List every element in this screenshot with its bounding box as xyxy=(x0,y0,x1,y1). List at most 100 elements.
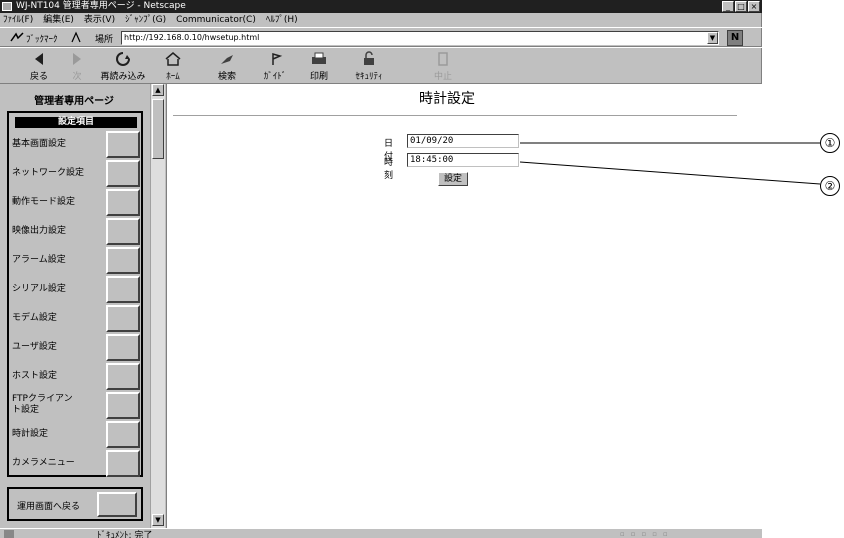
time-input[interactable]: 18:45:00 xyxy=(407,153,519,167)
settings-item: 動作モード設定 xyxy=(12,189,140,216)
page-title: 時計設定 xyxy=(419,91,475,107)
security-button[interactable]: ｾｷｭﾘﾃｨ xyxy=(344,50,394,82)
home-icon xyxy=(165,52,181,66)
security-status-icon xyxy=(4,530,14,538)
forward-arrow-icon xyxy=(73,53,81,65)
camera-menu-button[interactable] xyxy=(106,450,140,477)
serial-settings-button[interactable] xyxy=(106,276,140,303)
date-input[interactable]: 01/09/20 xyxy=(407,134,519,148)
search-label: 検索 xyxy=(217,72,236,82)
security-label: ｾｷｭﾘﾃｨ xyxy=(355,72,383,82)
settings-item-label: モデム設定 xyxy=(12,313,57,323)
maximize-button[interactable]: □ xyxy=(735,1,747,12)
print-button[interactable]: 印刷 xyxy=(294,50,344,82)
settings-item: 映像出力設定 xyxy=(12,218,140,245)
guide-icon xyxy=(272,53,283,65)
page-proxy-icon[interactable] xyxy=(70,31,82,44)
reload-button[interactable]: 再読み込み xyxy=(94,50,152,82)
menu-communicator[interactable]: Communicator(C) xyxy=(176,13,256,27)
stop-label: 中止 xyxy=(433,72,452,82)
menu-file[interactable]: ﾌｧｲﾙ(F) xyxy=(3,13,33,27)
scroll-up-arrow-icon[interactable]: ▲ xyxy=(152,84,164,96)
minimize-button[interactable]: _ xyxy=(722,1,734,12)
basic-screen-settings-button[interactable] xyxy=(106,131,140,158)
security-icon xyxy=(364,51,374,65)
settings-item: ネットワーク設定 xyxy=(12,160,140,187)
settings-menu: 設定項目 基本画面設定 ネットワーク設定 動作モード設定 映像出力設定 アラーム… xyxy=(7,111,143,477)
stop-icon xyxy=(438,52,448,66)
callout-1: ① xyxy=(820,133,840,153)
netscape-app-icon xyxy=(2,2,12,11)
settings-item: モデム設定 xyxy=(12,305,140,332)
back-to-operation-label: 運用画面へ戻る xyxy=(17,502,81,512)
settings-item-label: FTPクライアント設定 xyxy=(12,394,73,415)
alarm-settings-button[interactable] xyxy=(106,247,140,274)
clock-settings-button[interactable] xyxy=(106,421,140,448)
url-input[interactable]: http://192.168.0.10/hwsetup.html xyxy=(121,31,719,45)
url-dropdown-arrow-icon[interactable]: ▼ xyxy=(707,32,718,44)
menu-bar: ﾌｧｲﾙ(F) 編集(E) 表示(V) ｼﾞｬﾝﾌﾟ(G) Communicat… xyxy=(0,13,762,27)
menu-go[interactable]: ｼﾞｬﾝﾌﾟ(G) xyxy=(125,13,166,27)
scroll-down-arrow-icon[interactable]: ▼ xyxy=(152,514,164,526)
set-button[interactable]: 設定 xyxy=(438,172,468,186)
menu-help[interactable]: ﾍﾙﾌﾟ(H) xyxy=(266,13,298,27)
ftp-client-settings-button[interactable] xyxy=(106,392,140,419)
bookmark-icon[interactable] xyxy=(10,32,24,43)
settings-item: カメラメニュー xyxy=(12,450,140,477)
time-label: 時刻 xyxy=(384,158,394,181)
reload-icon xyxy=(116,52,130,66)
page: WJ-NT104 管理者専用ページ - Netscape _ □ × ﾌｧｲﾙ(… xyxy=(0,0,844,538)
menu-view[interactable]: 表示(V) xyxy=(84,13,115,27)
print-icon xyxy=(312,52,326,64)
settings-item-label: ホスト設定 xyxy=(12,371,58,381)
host-settings-button[interactable] xyxy=(106,363,140,390)
menu-edit[interactable]: 編集(E) xyxy=(43,13,74,27)
home-button[interactable]: ﾎｰﾑ xyxy=(148,50,198,82)
title-bar: WJ-NT104 管理者専用ページ - Netscape _ □ × xyxy=(0,0,762,13)
network-settings-button[interactable] xyxy=(106,160,140,187)
callout-2: ② xyxy=(820,176,840,196)
component-bar-icons: ▫▫▫▫▫ xyxy=(620,530,674,538)
settings-item-label: アラーム設定 xyxy=(12,255,66,265)
location-label: 場所 xyxy=(95,35,114,45)
settings-item-label: ネットワーク設定 xyxy=(12,168,85,178)
window-controls: _ □ × xyxy=(722,1,760,12)
guide-button[interactable]: ｶﾞｲﾄﾞ xyxy=(250,50,300,82)
title-divider xyxy=(173,115,737,117)
operation-mode-settings-button[interactable] xyxy=(106,189,140,216)
settings-item: FTPクライアント設定 xyxy=(12,392,140,419)
video-output-settings-button[interactable] xyxy=(106,218,140,245)
browser-window: WJ-NT104 管理者専用ページ - Netscape _ □ × ﾌｧｲﾙ(… xyxy=(0,0,762,538)
forward-label: 次 xyxy=(72,72,82,82)
reload-label: 再読み込み xyxy=(100,72,146,82)
bookmarks-button[interactable]: ﾌﾞｯｸﾏｰｸ xyxy=(26,32,58,45)
close-button[interactable]: × xyxy=(748,1,760,12)
settings-item: シリアル設定 xyxy=(12,276,140,303)
settings-item: 基本画面設定 xyxy=(12,131,140,158)
settings-item: アラーム設定 xyxy=(12,247,140,274)
back-to-operation-button[interactable] xyxy=(97,492,137,517)
callout-leader-lines xyxy=(520,142,820,185)
status-bar: ﾄﾞｷｭﾒﾝﾄ: 完了 ▫▫▫▫▫ xyxy=(0,528,762,538)
back-label: 戻る xyxy=(29,72,48,82)
window-title: WJ-NT104 管理者専用ページ - Netscape xyxy=(16,1,186,11)
status-text: ﾄﾞｷｭﾒﾝﾄ: 完了 xyxy=(97,531,153,538)
user-settings-button[interactable] xyxy=(106,334,140,361)
settings-item-label: 動作モード設定 xyxy=(12,197,76,207)
netscape-logo: N xyxy=(727,30,743,46)
modem-settings-button[interactable] xyxy=(106,305,140,332)
search-button[interactable]: 検索 xyxy=(202,50,252,82)
guide-label: ｶﾞｲﾄﾞ xyxy=(263,72,287,82)
left-frame: 管理者専用ページ 設定項目 基本画面設定 ネットワーク設定 動作モード設定 映像… xyxy=(0,84,165,528)
scrollbar-thumb[interactable] xyxy=(152,99,164,159)
stop-button[interactable]: 中止 xyxy=(418,50,468,82)
left-frame-scrollbar[interactable]: ▲ ▼ xyxy=(150,84,165,528)
settings-item-label: 映像出力設定 xyxy=(12,226,67,236)
navigation-toolbar: 戻る 次 再読み込み ﾎｰﾑ 検索 ｶﾞｲﾄﾞ 印刷 ｾｷｭﾘﾃｨ 中止 xyxy=(0,47,762,84)
home-label: ﾎｰﾑ xyxy=(166,72,180,82)
settings-item: ユーザ設定 xyxy=(12,334,140,361)
settings-item-label: ユーザ設定 xyxy=(12,342,57,352)
admin-page-title: 管理者専用ページ xyxy=(34,96,114,107)
print-label: 印刷 xyxy=(309,72,328,82)
settings-menu-heading: 設定項目 xyxy=(15,117,137,128)
